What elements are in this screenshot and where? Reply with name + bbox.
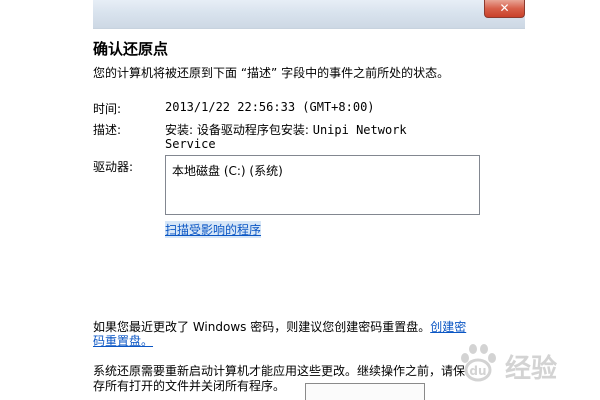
time-label: 时间: (93, 102, 122, 116)
svg-text:du: du (469, 364, 486, 378)
create-password-reset-link-continued[interactable]: 码重置盘。 (93, 332, 153, 349)
drives-label: 驱动器: (93, 160, 134, 174)
restart-note-line2: 存所有打开的文件并关闭所有程序。 (93, 379, 286, 393)
close-icon: ✕ (499, 1, 510, 15)
description-label: 描述: (93, 123, 122, 137)
description-value-prefix: 安装: 设备驱动程序包安装: (165, 123, 313, 137)
watermark-text: 经验 (505, 354, 558, 384)
watermark: du 经验 (455, 338, 600, 388)
finish-button[interactable] (305, 383, 425, 400)
scan-affected-programs-link[interactable]: 扫描受影响的程序 (165, 221, 262, 238)
drives-list[interactable]: 本地磁盘 (C:) (系统) (165, 155, 480, 215)
description-value-line2: Service (165, 137, 216, 151)
description-value-name: Unipi Network (312, 123, 407, 137)
time-value: 2013/1/22 22:56:33 (GMT+8:00) (165, 100, 375, 114)
dialog-description: 您的计算机将被还原到下面 “描述” 字段中的事件之前所处的状态。 (93, 66, 450, 80)
title-bar[interactable]: ✕ (93, 0, 525, 29)
drive-item[interactable]: 本地磁盘 (C:) (系统) (172, 162, 283, 179)
description-value: 安装: 设备驱动程序包安装: Unipi Network (165, 121, 407, 138)
dialog-heading: 确认还原点 (93, 40, 169, 58)
baidu-paw-logo: du (461, 344, 496, 382)
create-password-reset-link[interactable]: 创建密 (430, 320, 466, 334)
close-button[interactable]: ✕ (484, 0, 525, 18)
page-margin-left (0, 0, 93, 400)
